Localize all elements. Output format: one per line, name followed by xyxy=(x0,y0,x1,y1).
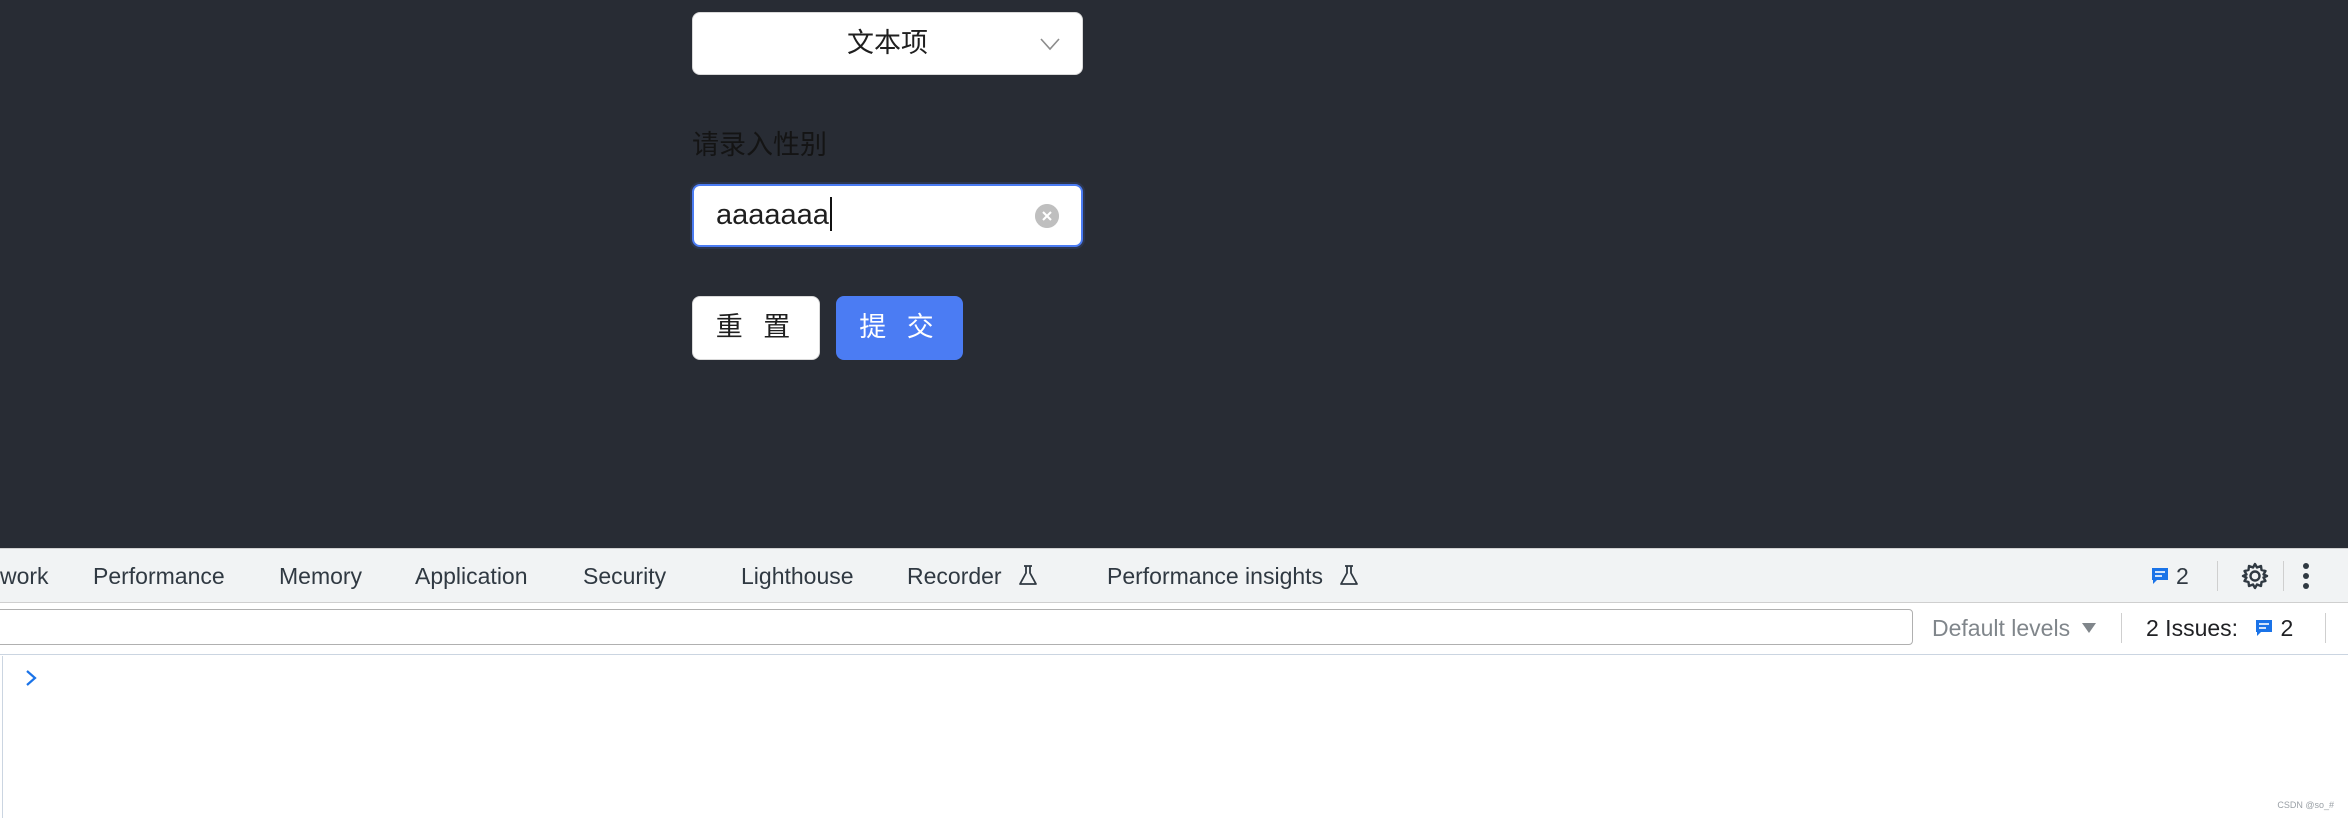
toolbar-divider xyxy=(2121,613,2122,643)
app-area: 文本项 请录入性别 aaaaaaa 重 置 提 交 xyxy=(0,0,2348,548)
tab-memory[interactable]: Memory xyxy=(279,549,362,603)
submit-button[interactable]: 提 交 xyxy=(836,296,963,360)
select-value: 文本项 xyxy=(847,28,928,59)
issues-summary-count: 2 xyxy=(2280,615,2294,641)
tab-recorder-label: Recorder xyxy=(907,563,1002,589)
console-left-rule xyxy=(2,656,3,818)
tab-network[interactable]: work xyxy=(0,549,49,603)
issues-badge[interactable]: 2 xyxy=(2150,549,2189,603)
toolbar-divider xyxy=(2217,561,2218,591)
gender-input-value: aaaaaaa xyxy=(716,186,832,245)
gender-input[interactable]: aaaaaaa xyxy=(692,184,1083,247)
watermark: CSDN @so_# xyxy=(2277,800,2334,810)
caret-down-icon xyxy=(2082,622,2097,633)
console-filter-input[interactable] xyxy=(0,609,1913,645)
flask-icon xyxy=(1019,565,1037,585)
message-icon xyxy=(2256,619,2273,636)
tab-performance[interactable]: Performance xyxy=(93,549,225,603)
devtools-panel: work Performance Memory Application Secu… xyxy=(0,548,2348,818)
issues-summary-label: 2 Issues: xyxy=(2146,615,2239,641)
tab-performance-insights[interactable]: Performance insights xyxy=(1107,549,1359,603)
close-circle-icon[interactable] xyxy=(1035,204,1059,228)
devtools-tabbar: work Performance Memory Application Secu… xyxy=(0,548,2348,603)
chevron-right-icon xyxy=(26,670,37,686)
console-toolbar: Default levels 2 Issues: 2 xyxy=(0,603,2348,655)
kebab-menu-icon[interactable] xyxy=(2301,562,2311,590)
default-levels-dropdown[interactable]: Default levels xyxy=(1932,603,2097,653)
tab-lighthouse[interactable]: Lighthouse xyxy=(741,549,854,603)
text-caret xyxy=(829,197,832,232)
message-icon xyxy=(2152,567,2168,584)
console-output[interactable]: CSDN @so_# xyxy=(0,656,2348,818)
flask-icon xyxy=(1340,565,1359,585)
tab-security[interactable]: Security xyxy=(583,549,666,603)
toolbar-divider xyxy=(2325,613,2326,643)
issues-badge-count: 2 xyxy=(2176,563,2189,589)
toolbar-divider xyxy=(2283,561,2284,591)
gear-icon[interactable] xyxy=(2240,561,2270,591)
gender-field-label: 请录入性别 xyxy=(692,130,827,161)
chevron-down-icon xyxy=(1040,38,1060,51)
reset-button[interactable]: 重 置 xyxy=(692,296,820,360)
default-levels-label: Default levels xyxy=(1932,615,2071,641)
tab-recorder[interactable]: Recorder xyxy=(907,549,1038,603)
issues-summary[interactable]: 2 Issues: 2 xyxy=(2146,603,2293,653)
type-select[interactable]: 文本项 xyxy=(692,12,1083,75)
tab-performance-insights-label: Performance insights xyxy=(1107,563,1324,589)
tab-application[interactable]: Application xyxy=(415,549,528,603)
